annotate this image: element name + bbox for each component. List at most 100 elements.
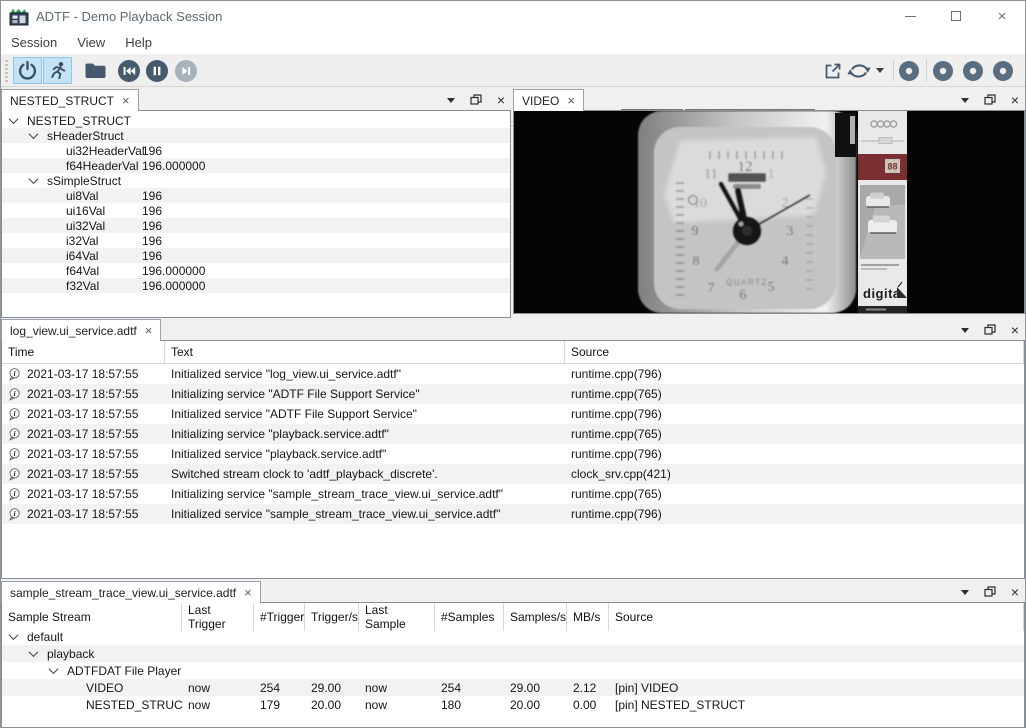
column-header[interactable]: Last Trigger (182, 603, 254, 631)
log-row[interactable]: i2021-03-17 18:57:55Initialized service … (2, 444, 1024, 464)
step-forward-button[interactable] (171, 57, 200, 84)
skip-to-end-icon (174, 59, 198, 83)
tab-log-view[interactable]: log_view.ui_service.adtf × (1, 319, 161, 341)
trace-cell: 180 (435, 696, 504, 713)
tree-item-value: 196 (142, 249, 162, 263)
detach-button[interactable] (818, 57, 847, 84)
trace-row[interactable]: VIDEOnow25429.00now25429.002.12[pin] VID… (2, 679, 1024, 696)
tab-close-icon[interactable]: × (145, 324, 153, 337)
marker-button-1[interactable] (897, 57, 921, 84)
menu-view[interactable]: View (67, 33, 115, 52)
column-header[interactable]: Time (2, 341, 165, 363)
trace-row[interactable]: NESTED_STRUCTnow17920.00now18020.000.00[… (2, 696, 1024, 713)
init-session-button[interactable] (13, 57, 42, 84)
tree-row[interactable]: sSimpleStruct (2, 173, 510, 188)
column-header[interactable]: #Trigger (254, 603, 305, 631)
minimize-button[interactable] (887, 1, 933, 31)
tab-close-icon[interactable]: × (122, 94, 130, 107)
loop-dropdown-button[interactable] (873, 57, 887, 84)
close-button[interactable]: × (979, 1, 1025, 31)
menu-help[interactable]: Help (115, 33, 162, 52)
tab-nested-struct[interactable]: NESTED_STRUCT × (1, 89, 139, 111)
log-row[interactable]: i2021-03-17 18:57:55Initializing service… (2, 424, 1024, 444)
panel-close-icon[interactable]: × (1011, 585, 1019, 599)
loop-button[interactable] (846, 57, 872, 84)
tree-row[interactable]: f32Val196.000000 (2, 278, 510, 293)
chevron-down-icon[interactable] (49, 664, 59, 674)
column-header[interactable]: Text (165, 341, 565, 363)
tree-row[interactable]: i64Val196 (2, 248, 510, 263)
column-header[interactable]: Last Sample (359, 603, 435, 631)
column-header[interactable]: MB/s (567, 603, 609, 631)
chevron-down-icon[interactable] (9, 630, 19, 640)
trace-row[interactable]: default (2, 628, 1024, 645)
open-file-button[interactable] (81, 57, 110, 84)
panel-float-icon[interactable] (984, 586, 996, 598)
title-bar[interactable]: ADTF - Demo Playback Session × (1, 1, 1025, 31)
tree-row[interactable]: ui16Val196 (2, 203, 510, 218)
log-row[interactable]: i2021-03-17 18:57:55Initialized service … (2, 364, 1024, 384)
menu-session[interactable]: Session (1, 33, 67, 52)
panel-close-icon[interactable]: × (1011, 93, 1019, 107)
column-header[interactable]: Sample Stream (2, 603, 182, 631)
trace-cell (567, 662, 609, 679)
toolbar-grip[interactable] (5, 60, 8, 82)
panel-menu-icon[interactable] (961, 328, 969, 333)
power-icon (17, 60, 38, 81)
marker-button-4[interactable] (991, 57, 1015, 84)
trace-row[interactable]: playback (2, 645, 1024, 662)
chevron-down-icon[interactable] (29, 647, 39, 657)
marker-icon (932, 60, 954, 82)
tree-row[interactable]: ui8Val196 (2, 188, 510, 203)
marker-button-3[interactable] (961, 57, 985, 84)
panel-float-icon[interactable] (984, 94, 996, 106)
column-header[interactable]: Source (609, 603, 1024, 631)
panel-close-icon[interactable]: × (497, 93, 505, 107)
tab-close-icon[interactable]: × (567, 94, 575, 107)
panel-menu-icon[interactable] (961, 590, 969, 595)
log-row[interactable]: i2021-03-17 18:57:55Initializing service… (2, 484, 1024, 504)
tree-row[interactable]: i32Val196 (2, 233, 510, 248)
tab-video[interactable]: VIDEO × (513, 89, 584, 111)
log-table-header: TimeTextSource (2, 341, 1024, 364)
tree-row[interactable]: ui32Val196 (2, 218, 510, 233)
column-header[interactable]: Trigger/s (305, 603, 359, 631)
panel-float-icon[interactable] (470, 94, 482, 106)
log-row[interactable]: i2021-03-17 18:57:55Initialized service … (2, 504, 1024, 524)
trace-row[interactable]: ADTFDAT File Player (2, 662, 1024, 679)
chevron-down-icon[interactable] (29, 129, 39, 139)
trace-cell (359, 645, 435, 662)
trace-cell (504, 645, 567, 662)
tree-row[interactable]: NESTED_STRUCT (2, 113, 510, 128)
tree-row[interactable]: sHeaderStruct (2, 128, 510, 143)
log-row[interactable]: i2021-03-17 18:57:55Initialized service … (2, 404, 1024, 424)
trace-stream-label: default (27, 630, 63, 644)
struct-panel: NESTED_STRUCT × × NESTED_STRUCTsHeaderSt… (1, 89, 511, 318)
tree-item-label: NESTED_STRUCT (27, 114, 131, 128)
column-header[interactable]: #Samples (435, 603, 504, 631)
log-row[interactable]: i2021-03-17 18:57:55Switched stream cloc… (2, 464, 1024, 484)
log-row[interactable]: i2021-03-17 18:57:55Initializing service… (2, 384, 1024, 404)
trace-cell: 2.12 (567, 679, 609, 696)
tree-row[interactable]: f64Val196.000000 (2, 263, 510, 278)
svg-text:12: 12 (738, 159, 753, 175)
pause-button[interactable] (142, 57, 171, 84)
panel-menu-icon[interactable] (447, 98, 455, 103)
tab-close-icon[interactable]: × (244, 586, 252, 599)
tab-trace-view[interactable]: sample_stream_trace_view.ui_service.adtf… (1, 581, 261, 603)
chevron-down-icon[interactable] (29, 174, 39, 184)
panel-menu-icon[interactable] (961, 98, 969, 103)
maximize-button[interactable] (933, 1, 979, 31)
tree-row[interactable]: f64HeaderVal196.000000 (2, 158, 510, 173)
run-session-button[interactable] (43, 57, 72, 84)
column-header[interactable]: Samples/s (504, 603, 567, 631)
panel-float-icon[interactable] (984, 324, 996, 336)
tree-row[interactable]: ui32HeaderVal196 (2, 143, 510, 158)
tree-item-value: 196 (142, 204, 162, 218)
marker-button-2[interactable] (931, 57, 955, 84)
jump-to-start-button[interactable] (114, 57, 143, 84)
pause-icon (145, 59, 169, 83)
chevron-down-icon[interactable] (9, 114, 19, 124)
panel-close-icon[interactable]: × (1011, 323, 1019, 337)
column-header[interactable]: Source (565, 341, 1024, 363)
